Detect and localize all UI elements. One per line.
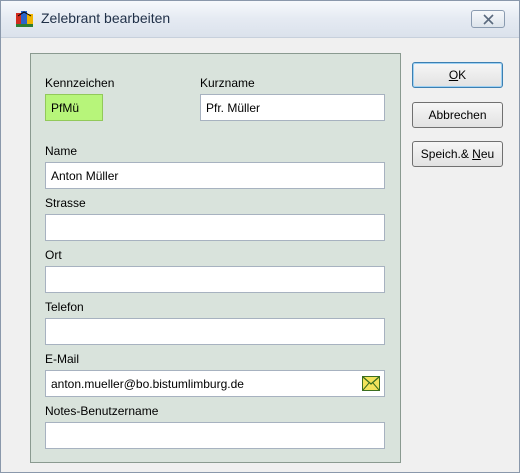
- ort-field[interactable]: [45, 266, 385, 293]
- kennzeichen-field[interactable]: PfMü: [45, 94, 103, 121]
- email-label: E-Mail: [45, 352, 80, 366]
- telefon-field[interactable]: [45, 318, 385, 345]
- ok-accelerator: O: [448, 68, 459, 82]
- save-new-label-pre: Speich.&: [420, 147, 473, 161]
- save-new-label-post: eu: [480, 147, 495, 161]
- app-icon: [16, 11, 33, 27]
- title-bar[interactable]: Zelebrant bearbeiten: [1, 1, 519, 38]
- strasse-field[interactable]: [45, 214, 385, 241]
- kurzname-field[interactable]: Pfr. Müller: [200, 94, 385, 121]
- cancel-button[interactable]: Abbrechen: [412, 102, 503, 128]
- form-panel: Kennzeichen PfMü Kurzname Pfr. Müller Na…: [30, 53, 401, 463]
- save-new-accelerator: N: [472, 147, 481, 161]
- window-title: Zelebrant bearbeiten: [41, 10, 171, 26]
- dialog-window: Zelebrant bearbeiten Kennzeichen PfMü Ku…: [0, 0, 520, 473]
- save-new-button[interactable]: Speich.& Neu: [412, 141, 503, 167]
- close-icon: [483, 14, 494, 25]
- kennzeichen-label: Kennzeichen: [45, 76, 115, 90]
- ort-label: Ort: [45, 248, 62, 262]
- name-field[interactable]: Anton Müller: [45, 162, 385, 189]
- kennzeichen-value: PfMü: [51, 101, 80, 115]
- mail-icon[interactable]: [362, 376, 380, 391]
- notes-field[interactable]: [45, 422, 385, 449]
- name-value: Anton Müller: [51, 169, 119, 183]
- name-label: Name: [45, 144, 78, 158]
- telefon-label: Telefon: [45, 300, 84, 314]
- email-value: anton.mueller@bo.bistumlimburg.de: [51, 377, 244, 391]
- kurzname-label: Kurzname: [200, 76, 255, 90]
- close-button[interactable]: [471, 10, 505, 28]
- email-field[interactable]: anton.mueller@bo.bistumlimburg.de: [45, 370, 385, 397]
- ok-button[interactable]: OK: [412, 62, 503, 88]
- kurzname-value: Pfr. Müller: [206, 101, 261, 115]
- strasse-label: Strasse: [45, 196, 86, 210]
- ok-label-post: K: [458, 68, 467, 82]
- notes-label: Notes-Benutzername: [45, 404, 159, 418]
